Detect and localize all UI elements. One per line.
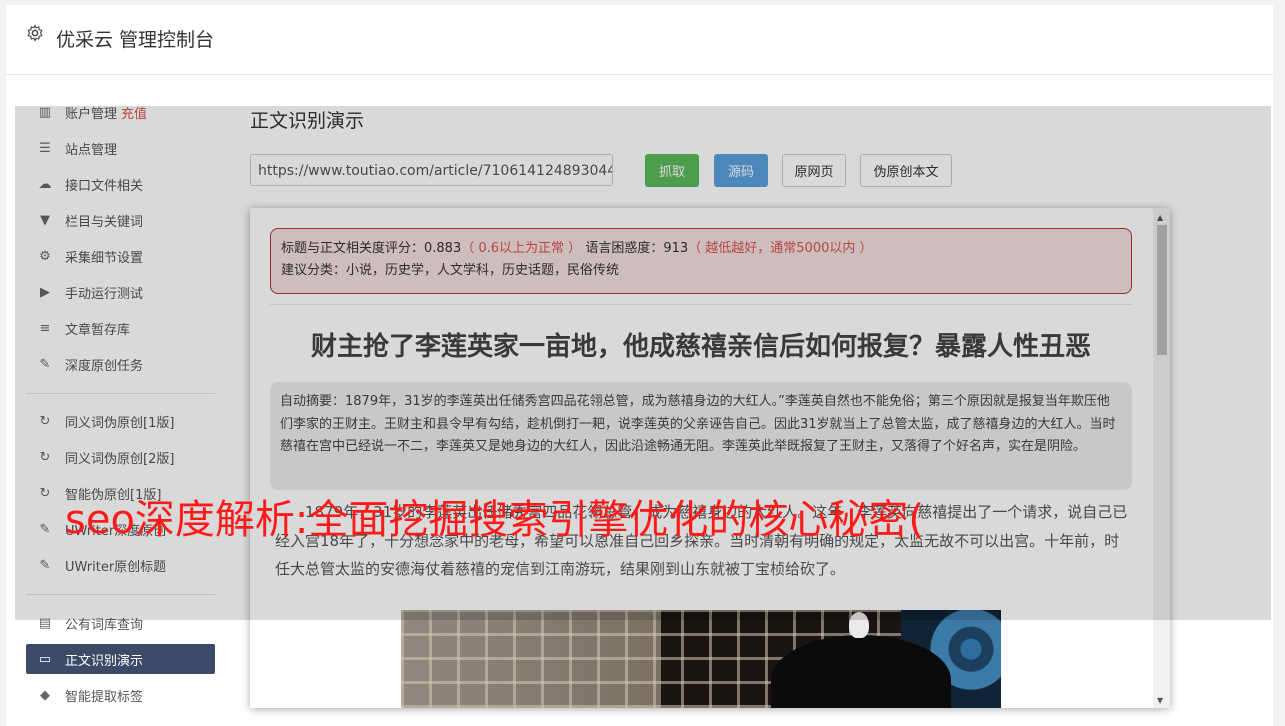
edit-icon: ✎ [39,356,51,372]
sidebar-item-deep-original-task[interactable]: ✎ 深度原创任务 [26,349,215,379]
recharge-link[interactable]: 充值 [121,103,147,122]
gear-icon [27,24,43,42]
bar-chart-icon: ▥ [38,104,52,120]
tag-icon: ◆ [40,687,50,703]
sidebar-item-label: 栏目与关键词 [65,214,144,230]
sidebar-item-label: UWriter原创标题 [65,559,167,575]
play-circle-icon: ▶ [40,284,50,300]
fetch-button[interactable]: 抓取 [645,154,699,187]
sidebar-item-synonym-v2[interactable]: ↻ 同义词伪原创[2版] [26,442,215,472]
sidebar-item-synonym-v1[interactable]: ↻ 同义词伪原创[1版] [26,406,215,436]
scroll-up-icon[interactable]: ▲ [1157,213,1163,222]
sidebar-item-label: 站点管理 [65,142,118,158]
divider [270,304,1132,305]
page-title: 正文识别演示 [250,110,365,132]
sidebar-item-manual-run[interactable]: ▶ 手动运行测试 [26,277,215,307]
scroll-down-icon[interactable]: ▼ [1157,696,1163,705]
refresh-icon: ↻ [39,485,51,501]
sidebar-item-extract-tags[interactable]: ◆ 智能提取标签 [26,680,215,710]
sidebar-item-label: 手动运行测试 [65,286,144,302]
sidebar-item-label: 公有词库查询 [65,617,144,633]
sidebar-item-label: 智能提取标签 [65,689,144,705]
source-button[interactable]: 源码 [714,154,768,187]
edit-icon: ✎ [39,521,51,537]
app-title: 优采云 管理控制台 [56,29,215,51]
sidebar-item-label: 接口文件相关 [65,178,144,194]
refresh-icon: ↻ [39,413,51,429]
sidebar-divider [26,594,215,595]
sidebar-item-label: 文章暂存库 [65,322,131,338]
perplexity-label: 语言困惑度：913 [585,241,689,256]
perplexity-note: （ 越低越好，通常5000以内 ） [688,241,873,256]
scroll-thumb[interactable] [1157,225,1167,355]
sidebar-item-article-store[interactable]: ≡ 文章暂存库 [26,313,215,343]
article-image [401,610,1001,708]
rewrite-article-button[interactable]: 伪原创本文 [860,154,952,187]
url-input[interactable]: https://www.toutiao.com/article/71061412… [250,154,613,186]
sidebar-item-collect-settings[interactable]: ⚙ 采集细节设置 [26,241,215,271]
result-panel[interactable]: 标题与正文相关度评分：0.883（ 0.6以上为正常 ） 语言困惑度：913（ … [250,208,1170,708]
sidebar-item-label: 采集细节设置 [65,250,144,266]
original-page-button[interactable]: 原网页 [782,154,846,187]
sidebar-item-public-lexicon[interactable]: ▤ 公有词库查询 [26,608,215,638]
cogs-icon: ⚙ [39,248,51,264]
auto-summary: 自动摘要：1879年，31岁的李莲英出任储秀宫四品花翎总管，成为慈禧身边的大红人… [270,382,1132,490]
sidebar-item-label: 同义词伪原创[2版] [65,451,175,467]
refresh-icon: ↻ [39,449,51,465]
sidebar-divider [26,393,215,394]
sidebar-item-columns-keywords[interactable]: ▼ 栏目与关键词 [26,205,215,235]
analysis-alert: 标题与正文相关度评分：0.883（ 0.6以上为正常 ） 语言困惑度：913（ … [270,228,1132,294]
database-icon: ≡ [39,320,51,336]
sidebar-item-label: 同义词伪原创[1版] [65,415,175,431]
sidebar-item-interface-files[interactable]: ☁ 接口文件相关 [26,169,215,199]
sidebar-item-label: 账户管理 [65,106,118,122]
sidebar-item-account[interactable]: ▥ 账户管理 充值 [26,97,215,127]
server-icon: ☰ [39,140,51,156]
filter-icon: ▼ [40,212,50,228]
score-note: （ 0.6以上为正常 ） [461,241,582,256]
sidebar-item-text-recognition[interactable]: ▭ 正文识别演示 [26,644,215,674]
cloud-upload-icon: ☁ [38,176,52,192]
sidebar-item-uwriter-title[interactable]: ✎ UWriter原创标题 [26,550,215,580]
sidebar-item-sites[interactable]: ☰ 站点管理 [26,133,215,163]
edit-icon: ✎ [39,557,51,573]
vertical-scrollbar[interactable]: ▲ ▼ [1153,208,1170,708]
sidebar-item-label: 深度原创任务 [65,358,144,374]
sidebar-item-label: 正文识别演示 [65,653,144,669]
top-bar: 优采云 管理控制台 [6,5,1273,75]
book-icon: ▤ [38,615,52,631]
watermark-text: seo深度解析:全面挖掘搜索引擎优化的核心秘密( [65,497,925,543]
monitor-icon: ▭ [38,651,52,667]
category-text: 建议分类：小说，历史学，人文学科，历史话题，民俗传统 [281,263,620,278]
score-label: 标题与正文相关度评分：0.883 [281,241,462,256]
article-title: 财主抢了李莲英家一亩地，他成慈禧亲信后如何报复？暴露人性丑恶 [310,332,1091,362]
